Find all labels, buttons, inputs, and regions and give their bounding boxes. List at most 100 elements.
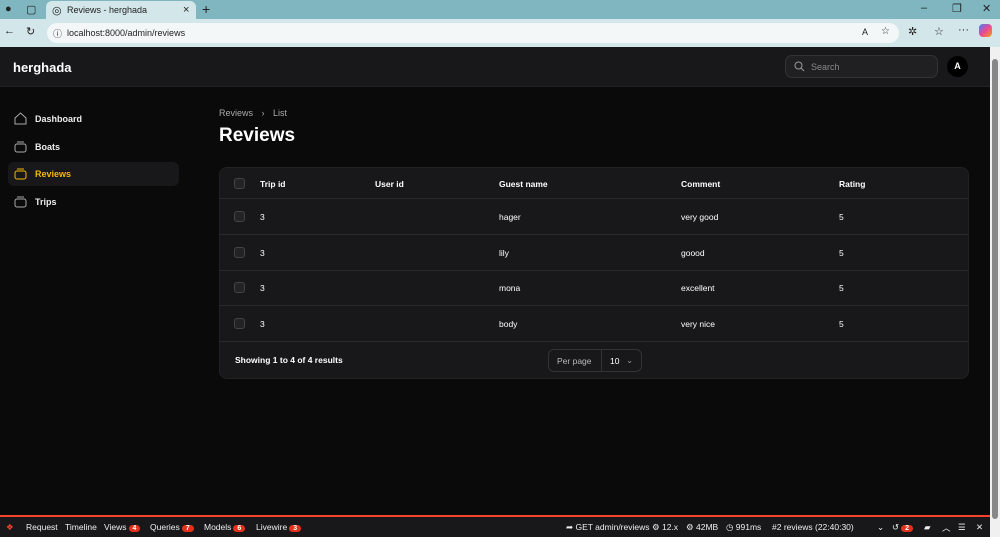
column-user-id[interactable]: User id — [375, 179, 404, 189]
address-bar-row: ← ↻ ⓘ localhost:8000/admin/reviews A ☆ ✲… — [0, 19, 1000, 47]
chevron-down-icon: ⌄ — [626, 355, 634, 365]
brand-logo[interactable]: herghada — [13, 60, 72, 75]
row-checkbox[interactable] — [234, 282, 245, 294]
avatar[interactable]: A — [947, 56, 968, 77]
page-scrollbar[interactable] — [990, 47, 1000, 537]
more-icon[interactable]: ··· — [958, 24, 969, 36]
debug-tab-queries[interactable]: Queries 7 — [150, 522, 194, 532]
sidebar-item-reviews[interactable]: Reviews — [8, 162, 179, 186]
row-checkbox[interactable] — [234, 211, 245, 222]
cell-trip-id: 3 — [260, 283, 265, 294]
debug-tab-request[interactable]: Request — [26, 522, 58, 532]
debug-tab-views[interactable]: Views 4 — [104, 522, 141, 532]
row-checkbox[interactable] — [234, 318, 245, 330]
column-rating[interactable]: Rating — [839, 179, 865, 189]
debug-version: ⚙ 12.x — [652, 522, 679, 532]
column-guest-name[interactable]: Guest name — [499, 179, 548, 189]
debug-route: ➦ GET admin/reviews — [566, 522, 650, 532]
search-input[interactable]: Search — [785, 55, 938, 78]
select-all-checkbox[interactable] — [234, 178, 245, 189]
home-icon — [14, 112, 27, 125]
debug-tab-livewire[interactable]: Livewire 3 — [256, 522, 302, 532]
url-input[interactable]: ⓘ localhost:8000/admin/reviews A ☆ — [47, 23, 899, 43]
cell-trip-id: 3 — [260, 212, 265, 222]
debug-tab-label: Views — [104, 522, 127, 532]
profile-icon[interactable]: ● — [5, 3, 12, 15]
row-checkbox[interactable] — [234, 246, 245, 258]
app-header: herghada Search A — [0, 47, 990, 87]
reload-icon[interactable]: ↻ — [26, 25, 35, 38]
copilot-icon[interactable] — [979, 24, 992, 37]
favorites-icon[interactable]: ☆ — [934, 25, 944, 38]
favorite-star-icon[interactable]: ☆ — [881, 26, 890, 37]
sidebar-item-label: Reviews — [35, 169, 72, 179]
history-badge: 2 — [901, 525, 914, 532]
sidebar-item-label: Trips — [35, 197, 57, 207]
reviews-table: Trip id User id Guest name Comment Ratin… — [219, 167, 969, 379]
cell-comment: very good — [681, 212, 719, 222]
column-trip-id[interactable]: Trip id — [260, 179, 286, 189]
column-comment[interactable]: Comment — [681, 179, 720, 189]
extensions-icon[interactable]: ✲ — [908, 25, 917, 38]
globe-icon: ◎ — [52, 5, 62, 17]
sidebar-item-boats[interactable]: Boats — [8, 135, 179, 159]
per-page-select[interactable]: Per page 10 ⌄ — [548, 349, 642, 372]
debug-tab-label: Timeline — [65, 522, 97, 532]
per-page-value: 10 — [610, 356, 620, 366]
close-icon[interactable]: ✕ — [976, 522, 983, 533]
browser-tab-bar: ● ▢ ◎ Reviews - herghada × + – ❐ ✕ — [0, 0, 1000, 20]
cell-guest-name: hager — [499, 212, 521, 222]
cell-guest-name: body — [499, 319, 518, 330]
table-row[interactable]: 3 hager very good 5 — [220, 199, 968, 235]
chevron-down-icon[interactable]: ⌄ — [877, 522, 884, 533]
debug-tab-models[interactable]: Models 6 — [204, 522, 246, 532]
cell-comment: goood — [681, 247, 705, 258]
back-icon[interactable]: ← — [4, 25, 15, 37]
table-header: Trip id User id Guest name Comment Ratin… — [220, 168, 968, 199]
sidebar-toggle-icon[interactable]: ▢ — [26, 3, 36, 16]
results-summary: Showing 1 to 4 of 4 results — [235, 355, 343, 365]
search-icon — [794, 61, 805, 72]
info-icon: ⓘ — [53, 29, 63, 39]
laravel-logo-icon[interactable]: ❖ — [6, 522, 14, 533]
debug-tab-label: Request — [26, 522, 58, 532]
sidebar-item-trips[interactable]: Trips — [8, 190, 179, 214]
count-badge: 3 — [289, 525, 302, 532]
debugbar: ❖ Request Timeline Views 4 Queries 7 Models 6 Li… — [0, 515, 990, 537]
debug-memory: ⚙ 42MB — [686, 522, 719, 532]
table-row[interactable]: 3 lily goood 5 — [220, 235, 968, 271]
settings-icon[interactable]: ☰ — [958, 522, 966, 533]
debug-request-select[interactable]: #2 reviews (22:40:30) — [772, 522, 854, 532]
table-row[interactable]: 3 mona excellent 5 — [220, 270, 968, 307]
table-row[interactable]: 3 body very nice 5 — [220, 306, 968, 343]
debug-tab-label: Livewire — [256, 522, 288, 532]
maximize-icon[interactable]: ︿ — [942, 522, 951, 534]
cell-comment: excellent — [681, 283, 715, 294]
collection-icon — [14, 168, 27, 180]
collection-icon — [14, 141, 27, 153]
debug-tab-label: Models — [204, 522, 232, 532]
close-tab-icon[interactable]: × — [183, 4, 189, 16]
open-folder-icon[interactable]: ▰ — [924, 522, 931, 533]
close-window-icon[interactable]: ✕ — [982, 2, 991, 15]
chevron-right-icon: › — [261, 108, 265, 118]
restore-icon[interactable]: ❐ — [952, 2, 962, 15]
breadcrumb-reviews[interactable]: Reviews — [219, 108, 253, 118]
debug-time: ◷ 991ms — [726, 522, 762, 532]
page-title: Reviews — [219, 125, 296, 146]
count-badge: 6 — [233, 525, 246, 532]
browser-tab[interactable]: ◎ Reviews - herghada × — [46, 1, 196, 20]
count-badge: 7 — [181, 525, 194, 532]
collection-icon — [14, 196, 27, 208]
read-aloud-icon[interactable]: A — [862, 27, 868, 37]
debug-tab-timeline[interactable]: Timeline — [65, 522, 97, 532]
cell-comment: very nice — [681, 319, 716, 330]
new-tab-icon[interactable]: + — [202, 1, 210, 17]
sidebar-item-dashboard[interactable]: Dashboard — [8, 107, 179, 131]
history-icon[interactable]: ↺ 2 — [892, 522, 914, 533]
time-text: 991ms — [735, 522, 762, 532]
url-text: localhost:8000/admin/reviews — [67, 28, 186, 38]
cell-rating: 5 — [839, 283, 844, 294]
search-placeholder: Search — [811, 62, 840, 72]
minimize-icon[interactable]: – — [921, 2, 927, 14]
